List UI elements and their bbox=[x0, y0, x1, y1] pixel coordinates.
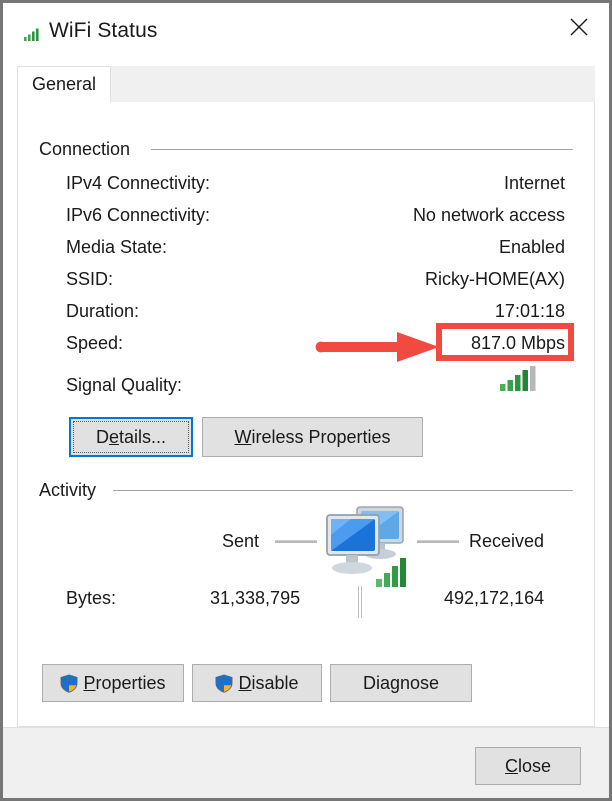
connection-group-label: Connection bbox=[39, 139, 139, 160]
wifi-status-dialog: WiFi Status General Connection IPv4 Conn… bbox=[0, 0, 612, 801]
shield-icon bbox=[60, 673, 78, 693]
connection-group-rule bbox=[151, 149, 573, 150]
close-button-label: Close bbox=[504, 755, 552, 776]
disable-button-label: Disable bbox=[238, 672, 299, 693]
ssid-value: Ricky-HOME(AX) bbox=[425, 269, 565, 289]
ipv6-connectivity-value: No network access bbox=[412, 205, 565, 225]
duration-value: 17:01:18 bbox=[494, 301, 565, 321]
shield-icon bbox=[215, 673, 233, 693]
window-title: WiFi Status bbox=[49, 19, 158, 42]
tab-general-label: General bbox=[31, 74, 97, 94]
details-button-label: Details... bbox=[95, 426, 167, 447]
duration-label: Duration: bbox=[66, 301, 140, 321]
wireless-properties-button-label: Wireless Properties bbox=[234, 426, 391, 447]
close-button[interactable]: Close bbox=[475, 747, 581, 785]
details-button[interactable]: Details... bbox=[69, 417, 193, 457]
title-bar: WiFi Status bbox=[3, 3, 609, 60]
bytes-received-value: 492,172,164 bbox=[444, 588, 545, 608]
received-label: Received bbox=[469, 531, 545, 551]
two-monitors-icon bbox=[321, 501, 415, 594]
activity-group-label: Activity bbox=[39, 480, 105, 501]
bytes-label: Bytes: bbox=[66, 588, 117, 608]
media-state-value: Enabled bbox=[498, 237, 565, 257]
general-tab-panel bbox=[17, 102, 595, 727]
tab-general[interactable]: General bbox=[17, 66, 111, 103]
diagnose-button-label: Diagnose bbox=[362, 672, 440, 693]
activity-group-rule bbox=[113, 490, 573, 491]
disable-button[interactable]: Disable bbox=[192, 664, 322, 702]
properties-button[interactable]: Properties bbox=[42, 664, 184, 702]
media-state-label: Media State: bbox=[66, 237, 168, 257]
ipv6-connectivity-label: IPv6 Connectivity: bbox=[66, 205, 211, 225]
signal-bars-icon bbox=[500, 366, 540, 392]
bytes-sent-value: 31,338,795 bbox=[210, 588, 301, 608]
speed-label: Speed: bbox=[66, 333, 124, 353]
wifi-signal-icon bbox=[23, 25, 43, 43]
diagnose-button[interactable]: Diagnose bbox=[330, 664, 472, 702]
ipv4-connectivity-label: IPv4 Connectivity: bbox=[66, 173, 211, 193]
sent-connector-line bbox=[275, 540, 317, 543]
tab-strip: General bbox=[17, 66, 595, 103]
activity-separator bbox=[358, 586, 362, 618]
ssid-label: SSID: bbox=[66, 269, 114, 289]
wireless-properties-button[interactable]: Wireless Properties bbox=[202, 417, 423, 457]
received-connector-line bbox=[417, 540, 459, 543]
properties-button-label: Properties bbox=[83, 672, 166, 693]
signal-quality-label: Signal Quality: bbox=[66, 375, 183, 395]
sent-label: Sent bbox=[222, 531, 260, 551]
close-icon[interactable] bbox=[548, 3, 609, 51]
speed-value: 817.0 Mbps bbox=[470, 333, 565, 353]
ipv4-connectivity-value: Internet bbox=[503, 173, 565, 193]
